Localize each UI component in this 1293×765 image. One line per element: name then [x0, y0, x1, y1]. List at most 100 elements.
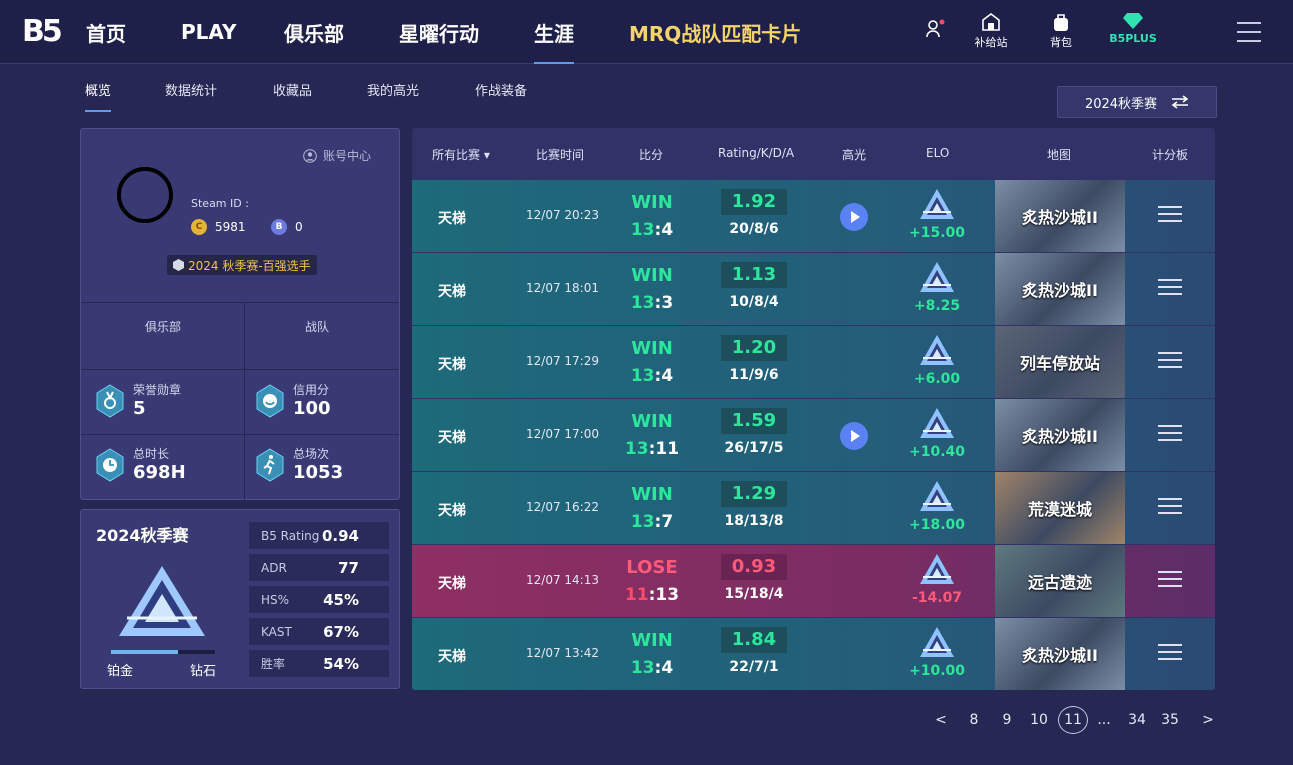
- page-ellipsis: ...: [1097, 712, 1111, 728]
- nav-play[interactable]: PLAY: [181, 0, 236, 64]
- elo-rank-icon: [920, 554, 954, 584]
- match-elo: +10.00: [908, 663, 965, 679]
- play-highlight-icon[interactable]: [840, 422, 868, 450]
- map-name: 炙热沙城II: [1022, 427, 1098, 446]
- nav-career[interactable]: 生涯: [534, 0, 574, 64]
- tab-equipment[interactable]: 作战装备: [475, 80, 527, 99]
- backpack-label: 背包: [1050, 36, 1072, 49]
- map-name: 远古遗迹: [1027, 573, 1092, 592]
- table-row[interactable]: 天梯 12/07 17:29 WIN 13:4 1.20 11/9/6 +6.00 列车停放站: [412, 326, 1215, 398]
- scoreboard-list-icon[interactable]: [1158, 206, 1182, 226]
- backpack-button[interactable]: 背包: [1031, 12, 1091, 50]
- account-center-link[interactable]: 账号中心: [303, 147, 371, 164]
- shop-icon: [982, 13, 1000, 31]
- nav-star-action[interactable]: 星曜行动: [399, 0, 479, 64]
- match-result: WIN: [631, 630, 673, 651]
- match-result: WIN: [631, 192, 673, 213]
- team-label[interactable]: 战队: [305, 318, 329, 335]
- match-score: 13:11: [624, 439, 680, 459]
- map-thumbnail[interactable]: 炙热沙城II: [995, 399, 1125, 471]
- scoreboard-list-icon[interactable]: [1158, 279, 1182, 299]
- season-switch-button[interactable]: 2024秋季赛: [1057, 86, 1217, 118]
- scoreboard-list-icon[interactable]: [1158, 498, 1182, 518]
- clock-icon: [95, 447, 125, 482]
- match-time: 12/07 18:01: [526, 281, 599, 295]
- total-time-stat: 总时长 698H: [95, 445, 186, 484]
- tab-collections[interactable]: 收藏品: [273, 80, 312, 99]
- tab-overview[interactable]: 概览: [85, 80, 112, 112]
- next-page-button[interactable]: >: [1193, 712, 1223, 728]
- scoreboard-list-icon[interactable]: [1158, 571, 1182, 591]
- friends-icon[interactable]: [905, 18, 965, 42]
- table-row[interactable]: 天梯 12/07 14:13 LOSE 11:13 0.93 15/18/4 -14.07 远…: [412, 545, 1215, 617]
- season-badge: 2024 秋季赛-百强选手: [167, 255, 317, 275]
- page-34[interactable]: 34: [1122, 712, 1152, 728]
- page-8[interactable]: 8: [959, 712, 989, 728]
- credit-score-value: 100: [293, 398, 331, 419]
- match-rating: 1.59: [721, 408, 787, 434]
- season-stat-adr: ADR 77: [249, 554, 389, 581]
- avatar[interactable]: [117, 167, 173, 223]
- match-score: 13:4: [630, 366, 674, 386]
- match-score: 13:3: [630, 293, 674, 313]
- b5-logo[interactable]: B5: [22, 14, 63, 50]
- rank-low-label: 铂金: [107, 664, 134, 679]
- map-thumbnail[interactable]: 炙热沙城II: [995, 618, 1125, 690]
- account-center-label: 账号中心: [323, 149, 372, 163]
- map-thumbnail[interactable]: 远古遗迹: [995, 545, 1125, 617]
- b-coin: B0: [271, 219, 303, 235]
- map-thumbnail[interactable]: 炙热沙城II: [995, 253, 1125, 325]
- map-name: 炙热沙城II: [1022, 281, 1098, 300]
- club-label[interactable]: 俱乐部: [145, 318, 181, 335]
- c-coin: C 5981: [191, 219, 246, 235]
- match-time: 12/07 20:23: [526, 208, 599, 222]
- tab-data-stats[interactable]: 数据统计: [165, 80, 217, 99]
- elo-rank-icon: [920, 481, 954, 511]
- nav-mrq-card[interactable]: MRQ战队匹配卡片: [629, 0, 801, 64]
- match-rating: 1.92: [721, 189, 787, 215]
- match-kda: 20/8/6: [729, 221, 779, 237]
- match-elo: -14.07: [911, 590, 963, 606]
- page-9[interactable]: 9: [992, 712, 1022, 728]
- header-rating: Rating/K/D/A: [718, 146, 795, 160]
- table-row[interactable]: 天梯 12/07 20:23 WIN 13:4 1.92 20/8/6 +15.00 炙热沙城…: [412, 180, 1215, 252]
- match-filter-dropdown[interactable]: 所有比赛 ▾: [432, 146, 490, 163]
- page-11[interactable]: 11: [1058, 706, 1088, 734]
- match-score: 13:7: [630, 512, 674, 532]
- nav-home[interactable]: 首页: [86, 0, 126, 64]
- scoreboard-list-icon[interactable]: [1158, 425, 1182, 445]
- smile-icon: [255, 383, 285, 418]
- supply-station-button[interactable]: 补给站: [961, 12, 1021, 50]
- elo-rank-icon: [920, 335, 954, 365]
- page-10[interactable]: 10: [1024, 712, 1054, 728]
- match-mode: 天梯: [438, 649, 466, 665]
- map-thumbnail[interactable]: 列车停放站: [995, 326, 1125, 398]
- rank-progress-bar: [111, 650, 215, 654]
- table-row[interactable]: 天梯 12/07 17:00 WIN 13:11 1.59 26/17/5 +10.40 炙热…: [412, 399, 1215, 471]
- total-time-value: 698H: [133, 462, 186, 483]
- match-kda: 18/13/8: [724, 513, 784, 529]
- match-result: WIN: [631, 338, 673, 359]
- map-thumbnail[interactable]: 荒漠迷城: [995, 472, 1125, 544]
- prev-page-button[interactable]: <: [926, 712, 956, 728]
- map-thumbnail[interactable]: 炙热沙城II: [995, 180, 1125, 252]
- table-row[interactable]: 天梯 12/07 13:42 WIN 13:4 1.84 22/7/1 +10.00 炙热沙城…: [412, 618, 1215, 690]
- table-row[interactable]: 天梯 12/07 16:22 WIN 13:7 1.29 18/13/8 +18.00 荒漠迷…: [412, 472, 1215, 544]
- match-result: WIN: [631, 484, 673, 505]
- nav-club[interactable]: 俱乐部: [284, 0, 344, 64]
- season-stat-rating: B5 Rating 0.94: [249, 522, 389, 549]
- scoreboard-list-icon[interactable]: [1158, 352, 1182, 372]
- menu-icon[interactable]: [1237, 22, 1261, 42]
- rank-high-label: 钻石: [190, 664, 217, 679]
- table-row[interactable]: 天梯 12/07 18:01 WIN 13:3 1.13 10/8/4 +8.25 炙热沙城I…: [412, 253, 1215, 325]
- play-highlight-icon[interactable]: [840, 203, 868, 231]
- top-nav-bar: B5 首页 PLAY 俱乐部 星曜行动 生涯 MRQ战队匹配卡片 补给站 背包 …: [0, 0, 1293, 64]
- scoreboard-list-icon[interactable]: [1158, 644, 1182, 664]
- elo-rank-icon: [920, 408, 954, 438]
- page-35[interactable]: 35: [1155, 712, 1185, 728]
- match-score: 13:4: [630, 220, 674, 240]
- tab-highlights[interactable]: 我的高光: [367, 80, 419, 99]
- b5plus-button[interactable]: B5PLUS: [1103, 12, 1163, 45]
- header-score: 比分: [639, 148, 664, 162]
- match-rating: 1.20: [721, 335, 787, 361]
